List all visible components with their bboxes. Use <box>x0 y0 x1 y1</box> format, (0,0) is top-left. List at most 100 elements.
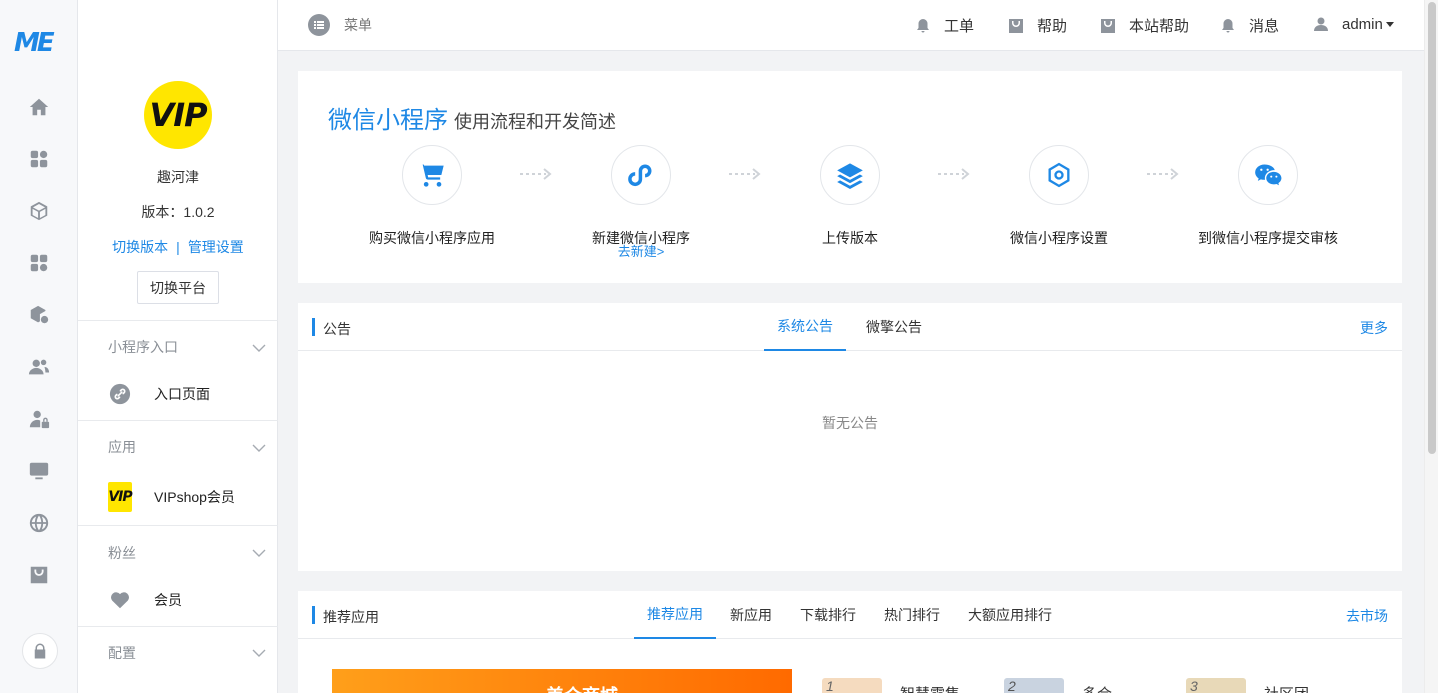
step-label: 上传版本 <box>822 230 878 246</box>
divider <box>78 525 278 526</box>
step-submit-review[interactable]: 到微信小程序提交审核 <box>1173 145 1363 245</box>
topbar-item-site-help[interactable]: 本站帮助 <box>1099 15 1189 36</box>
top-bar: 菜单 工单 帮助 本站帮助 消息 admin <box>278 0 1424 51</box>
create-new-link[interactable]: 去新建> <box>546 245 736 259</box>
chevron-down-icon[interactable] <box>252 545 266 557</box>
brand-logo[interactable]: ME <box>14 28 64 58</box>
divider <box>78 626 278 627</box>
cube-icon[interactable] <box>27 199 51 223</box>
chevron-down-icon[interactable] <box>252 645 266 657</box>
app-settings-icon[interactable] <box>27 251 51 275</box>
section-accent-bar <box>312 606 315 624</box>
icon-rail: ME <box>0 0 78 693</box>
rank-3-thumb[interactable]: 3 <box>1186 678 1246 693</box>
chevron-down-icon[interactable] <box>252 440 266 452</box>
tab-we7-notice[interactable]: 微擎公告 <box>856 303 932 351</box>
rank-number: 3 <box>1190 678 1198 693</box>
menu-toggle[interactable]: 菜单 <box>308 14 372 36</box>
bell-icon <box>1219 17 1237 35</box>
tab-system-notice[interactable]: 系统公告 <box>764 303 846 351</box>
intro-title-sub: 使用流程和开发简述 <box>454 112 616 132</box>
globe-icon[interactable] <box>27 511 51 535</box>
monitor-icon[interactable] <box>27 459 51 483</box>
caret-down-icon <box>1385 21 1394 27</box>
scrollbar-thumb[interactable] <box>1428 2 1436 454</box>
divider <box>78 420 278 421</box>
group-title-entry[interactable]: 小程序入口 <box>108 337 178 357</box>
tab-large-app-rank[interactable]: 大额应用排行 <box>960 591 1060 639</box>
notice-header: 公告 系统公告 微擎公告 更多 <box>298 303 1402 351</box>
recommend-title: 推荐应用 <box>323 609 379 625</box>
bag-icon <box>1007 17 1025 35</box>
rank-1-name[interactable]: 智慧零售 <box>900 683 960 693</box>
switch-platform-button[interactable]: 切换平台 <box>137 271 219 304</box>
rank-1-thumb[interactable]: 1 <box>822 678 882 693</box>
link-icon <box>108 382 132 406</box>
step-settings[interactable]: 微信小程序设置 <box>964 145 1154 245</box>
users-icon[interactable] <box>27 355 51 379</box>
switch-version-link[interactable]: 切换版本 <box>112 239 168 255</box>
list-icon <box>308 14 330 36</box>
notice-card: 公告 系统公告 微擎公告 更多 暂无公告 <box>298 303 1402 571</box>
user-icon <box>1312 15 1330 33</box>
step-create[interactable]: 新建微信小程序 去新建> <box>546 145 736 259</box>
group-title-fans[interactable]: 粉丝 <box>108 543 136 563</box>
sidebar-item-label: 入口页面 <box>154 386 210 402</box>
bag-icon[interactable] <box>27 563 51 587</box>
page-scrollbar[interactable] <box>1424 0 1438 693</box>
account-sidebar: VIP 趣河津 版本：1.0.2 切换版本 | 管理设置 切换平台 小程序入口 入口… <box>78 0 278 693</box>
bag-icon <box>1099 17 1117 35</box>
tab-download-rank[interactable]: 下载排行 <box>792 591 864 639</box>
rank-number: 2 <box>1008 678 1016 693</box>
tab-new-apps[interactable]: 新应用 <box>722 591 780 639</box>
link-separator: | <box>176 239 180 255</box>
apps-grid-icon[interactable] <box>27 147 51 171</box>
tab-recommended[interactable]: 推荐应用 <box>634 591 716 639</box>
manage-settings-link[interactable]: 管理设置 <box>188 239 244 255</box>
layers-icon <box>820 145 880 205</box>
topbar-item-label: 帮助 <box>1037 18 1068 35</box>
recommend-banner[interactable]: 美介商城 <box>332 669 792 693</box>
market-link[interactable]: 去市场 <box>1346 606 1388 626</box>
tab-hot-rank[interactable]: 热门排行 <box>876 591 948 639</box>
sidebar-item-members[interactable]: 会员 <box>108 585 278 615</box>
step-upload[interactable]: 上传版本 <box>755 145 945 245</box>
intro-title: 微信小程序 使用流程和开发简述 <box>328 100 616 135</box>
group-title-apps[interactable]: 应用 <box>108 437 136 457</box>
rank-number: 1 <box>826 678 834 693</box>
divider <box>78 320 278 321</box>
vip-app-icon: VIP <box>108 482 133 512</box>
chevron-down-icon[interactable] <box>252 340 266 352</box>
vip-app-badge: VIP <box>108 482 133 512</box>
home-icon[interactable] <box>27 95 51 119</box>
topbar-item-label: 本站帮助 <box>1129 18 1190 35</box>
notice-empty-text: 暂无公告 <box>822 415 878 431</box>
user-menu[interactable]: admin <box>1312 15 1394 33</box>
group-title-config[interactable]: 配置 <box>108 643 136 663</box>
rank-2-thumb[interactable]: 2 <box>1004 678 1064 693</box>
user-lock-icon[interactable] <box>27 407 51 431</box>
account-name: 趣河津 <box>157 169 199 185</box>
step-label: 购买微信小程序应用 <box>369 230 495 246</box>
sidebar-item-label: VIPshop会员 <box>154 489 235 505</box>
miniprogram-icon <box>611 145 671 205</box>
rank-2-name[interactable]: 多合 <box>1082 683 1112 693</box>
topbar-item-label: 消息 <box>1249 18 1280 35</box>
recommend-header: 推荐应用 推荐应用 新应用 下载排行 热门排行 大额应用排行 去市场 <box>298 591 1402 639</box>
sidebar-item-vipshop[interactable]: VIP VIPshop会员 <box>108 482 278 512</box>
menu-label: 菜单 <box>344 17 372 33</box>
step-buy[interactable]: 购买微信小程序应用 <box>337 145 527 245</box>
rank-3-name[interactable]: 社区团 <box>1264 683 1309 693</box>
account-version: 版本：1.0.2 <box>141 204 215 220</box>
box-settings-icon[interactable] <box>27 303 51 327</box>
account-avatar: VIP <box>144 81 212 149</box>
notice-more-link[interactable]: 更多 <box>1360 318 1388 338</box>
sidebar-item-label: 会员 <box>154 592 182 608</box>
topbar-item-help[interactable]: 帮助 <box>1007 15 1067 36</box>
lock-icon[interactable] <box>22 633 58 669</box>
sidebar-item-entry-page[interactable]: 入口页面 <box>108 379 278 409</box>
hexagon-settings-icon <box>1029 145 1089 205</box>
wechat-icon <box>1238 145 1298 205</box>
topbar-item-tickets[interactable]: 工单 <box>914 15 974 36</box>
topbar-item-messages[interactable]: 消息 <box>1219 15 1279 36</box>
